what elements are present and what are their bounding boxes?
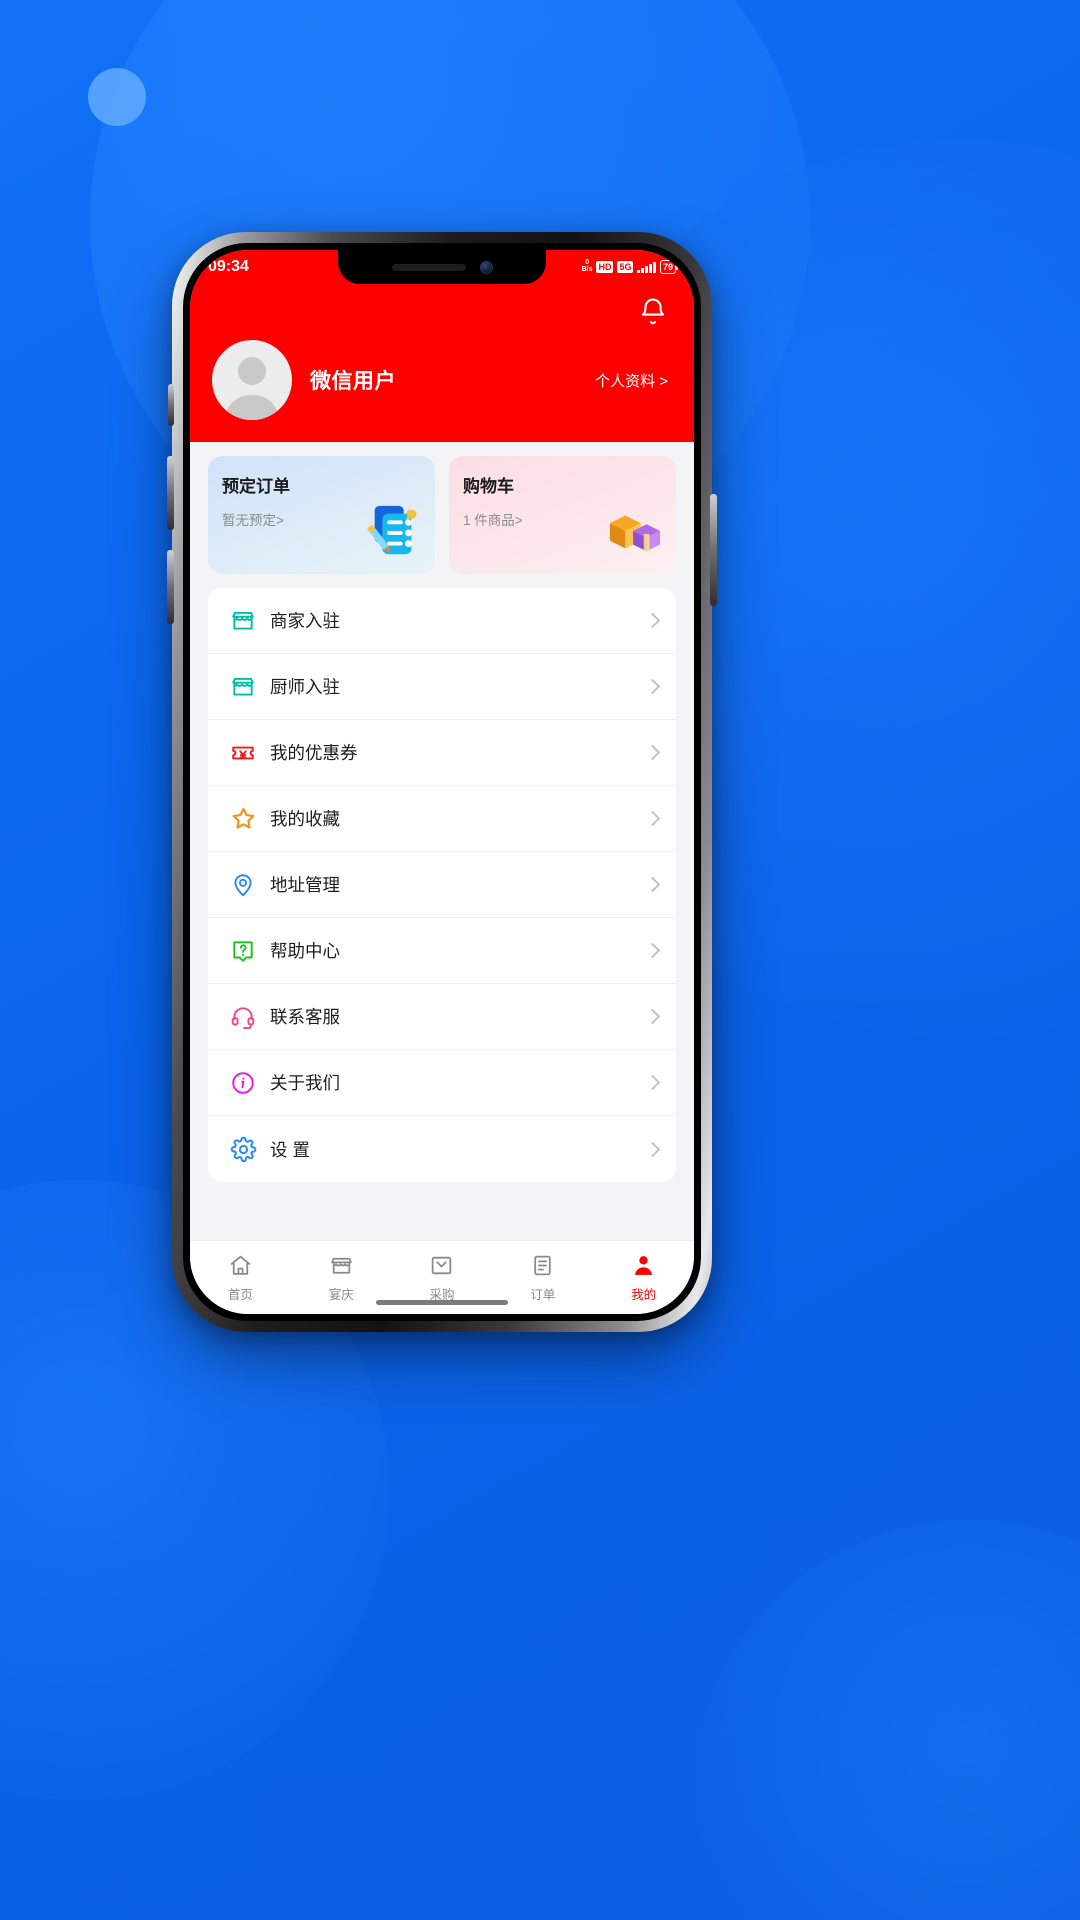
- network-type-icon: 5G: [617, 261, 634, 273]
- menu-item-label: 联系客服: [270, 1007, 340, 1027]
- notch: [338, 250, 546, 284]
- tab-label: 首页: [227, 1287, 253, 1302]
- chevron-right-icon: [644, 942, 661, 959]
- phone-mockup: 09:34 0 B/s HD 5G 79 微信用户 个人资料 > 预定订单 暂无…: [167, 232, 717, 1332]
- menu-item-my-favorites[interactable]: 我的收藏: [208, 786, 676, 852]
- home-indicator[interactable]: [376, 1300, 508, 1305]
- avatar[interactable]: [212, 340, 292, 420]
- content-spacer: [190, 1182, 694, 1240]
- menu-item-label: 厨师入驻: [270, 677, 340, 697]
- coupon-icon: [228, 738, 258, 768]
- quick-cards: 预定订单 暂无预定> 购物车 1 件商品>: [190, 442, 694, 574]
- hd-icon: HD: [596, 261, 614, 273]
- clipboard-icon: [363, 502, 425, 560]
- chevron-right-icon: [644, 1074, 661, 1091]
- background-blob-bottom: [690, 1520, 1080, 1920]
- chevron-right-icon: [644, 678, 661, 695]
- headset-icon: [228, 1002, 258, 1032]
- chevron-right-icon: [644, 810, 661, 827]
- phone-bezel: 09:34 0 B/s HD 5G 79 微信用户 个人资料 > 预定订单 暂无…: [183, 243, 701, 1321]
- menu-item-chef-join[interactable]: 厨师入驻: [208, 654, 676, 720]
- front-camera-icon: [479, 260, 493, 274]
- mute-switch[interactable]: [168, 384, 174, 426]
- menu-item-label: 关于我们: [270, 1073, 340, 1093]
- notification-row: [190, 284, 694, 340]
- battery-icon: 79: [659, 260, 679, 274]
- status-indicators: 0 B/s HD 5G 79: [581, 259, 679, 274]
- bell-icon[interactable]: [638, 296, 668, 328]
- signal-strength-icon: [637, 261, 656, 273]
- person-icon: [631, 1253, 657, 1279]
- tab-label: 我的: [631, 1287, 657, 1302]
- storefront-icon: [228, 672, 258, 702]
- chevron-right-icon: [644, 1141, 661, 1157]
- boxes-icon: [604, 502, 666, 560]
- order-list-icon: [530, 1253, 556, 1279]
- tab-mine[interactable]: 我的: [593, 1241, 694, 1314]
- chevron-right-icon: [644, 876, 661, 893]
- volume-up-button[interactable]: [167, 456, 174, 530]
- menu-item-label: 地址管理: [270, 875, 340, 895]
- network-speed-indicator: 0 B/s: [581, 259, 593, 273]
- card-reserved-orders[interactable]: 预定订单 暂无预定>: [208, 456, 435, 574]
- menu-item-my-coupons[interactable]: 我的优惠券: [208, 720, 676, 786]
- menu-item-label: 设 置: [270, 1139, 310, 1160]
- home-icon: [227, 1253, 253, 1279]
- menu-item-label: 帮助中心: [270, 941, 340, 961]
- profile-row[interactable]: 微信用户 个人资料 >: [190, 340, 694, 420]
- profile-header: 微信用户 个人资料 >: [190, 284, 694, 442]
- tab-label: 宴庆: [328, 1287, 354, 1302]
- background-dot: [88, 68, 146, 126]
- star-icon: [228, 804, 258, 834]
- menu-item-about-us[interactable]: 关于我们: [208, 1050, 676, 1116]
- menu-item-contact-support[interactable]: 联系客服: [208, 984, 676, 1050]
- menu-item-label: 商家入驻: [270, 611, 340, 631]
- default-avatar-icon: [224, 357, 280, 420]
- menu-item-label: 我的收藏: [270, 809, 340, 829]
- earpiece-speaker: [391, 263, 466, 271]
- gear-icon: [228, 1134, 258, 1164]
- banquet-icon: [328, 1253, 354, 1279]
- volume-down-button[interactable]: [167, 550, 174, 624]
- status-time: 09:34: [208, 258, 249, 275]
- purchase-icon: [429, 1253, 455, 1279]
- phone-screen: 09:34 0 B/s HD 5G 79 微信用户 个人资料 > 预定订单 暂无…: [190, 250, 694, 1314]
- username: 微信用户: [310, 370, 396, 393]
- chevron-right-icon: [644, 744, 661, 761]
- chevron-right-icon: [644, 612, 661, 629]
- menu-item-address-management[interactable]: 地址管理: [208, 852, 676, 918]
- tab-home[interactable]: 首页: [190, 1241, 291, 1314]
- menu-item-merchant-join[interactable]: 商家入驻: [208, 588, 676, 654]
- storefront-icon: [228, 606, 258, 636]
- card-title: 预定订单: [222, 477, 290, 496]
- profile-detail-link[interactable]: 个人资料 >: [595, 370, 668, 391]
- menu-item-settings[interactable]: 设 置: [208, 1116, 676, 1182]
- location-pin-icon: [228, 870, 258, 900]
- tab-label: 订单: [530, 1287, 556, 1302]
- power-button[interactable]: [710, 494, 717, 606]
- chevron-right-icon: [644, 1008, 661, 1025]
- info-circle-icon: [228, 1068, 258, 1098]
- card-shopping-cart[interactable]: 购物车 1 件商品>: [449, 456, 676, 574]
- settings-menu: 商家入驻 厨师入驻 我的优惠券 我的收藏 地址管理 帮助中心 联系客服 关于我们…: [208, 588, 676, 1182]
- menu-item-help-center[interactable]: 帮助中心: [208, 918, 676, 984]
- card-title: 购物车: [463, 477, 514, 496]
- help-question-icon: [228, 936, 258, 966]
- menu-item-label: 我的优惠券: [270, 743, 358, 763]
